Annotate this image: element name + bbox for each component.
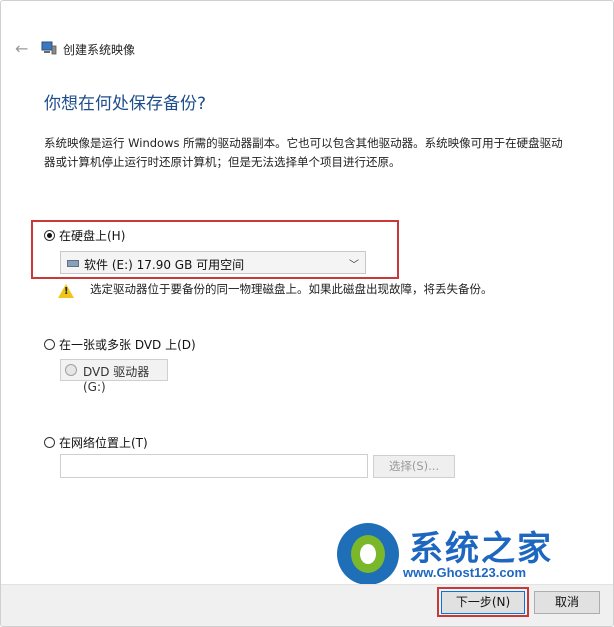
network-label[interactable]: 在网络位置上(T) <box>59 434 148 451</box>
watermark-logo: 系统之家 www.Ghost123.com <box>335 519 605 585</box>
system-image-icon <box>41 41 57 55</box>
description-text: 系统映像是运行 Windows 所需的驱动器副本。它也可以包含其他驱动器。系统映… <box>44 136 563 169</box>
hard-disk-dropdown[interactable]: 软件 (E:) 17.90 GB 可用空间 ﹀ <box>60 251 366 274</box>
dvd-drive-value: DVD 驱动器 (G:) <box>83 365 150 394</box>
network-path-input[interactable] <box>60 454 368 478</box>
network-radio[interactable] <box>44 437 55 448</box>
logo-emblem-icon <box>337 523 399 585</box>
disc-icon <box>65 364 77 376</box>
page-heading: 你想在何处保存备份? <box>44 94 207 114</box>
watermark-url: www.Ghost123.com <box>403 565 527 580</box>
warning-icon: ! <box>58 284 74 298</box>
dialog-window: ← 创建系统映像 你想在何处保存备份? 系统映像是运行 Windows 所需的驱… <box>0 0 614 627</box>
back-arrow-icon[interactable]: ← <box>15 39 28 58</box>
drive-icon <box>67 260 79 267</box>
hard-disk-radio[interactable] <box>44 230 55 241</box>
dvd-drive-box: DVD 驱动器 (G:) <box>60 359 168 394</box>
next-button[interactable]: 下一步(N) <box>441 591 525 614</box>
hard-disk-dropdown-value: 软件 (E:) 17.90 GB 可用空间 <box>84 258 245 272</box>
warning-text: 选定驱动器位于要备份的同一物理磁盘上。如果此磁盘出现故障，将丢失备份。 <box>90 282 493 296</box>
chevron-down-icon: ﹀ <box>349 260 359 271</box>
dvd-label[interactable]: 在一张或多张 DVD 上(D) <box>59 336 196 353</box>
cancel-button[interactable]: 取消 <box>534 591 600 614</box>
browse-button[interactable]: 选择(S)... <box>373 455 455 478</box>
window-title: 创建系统映像 <box>63 43 136 57</box>
watermark-text: 系统之家 <box>409 529 553 569</box>
dvd-radio[interactable] <box>44 339 55 350</box>
hard-disk-label[interactable]: 在硬盘上(H) <box>59 227 125 244</box>
